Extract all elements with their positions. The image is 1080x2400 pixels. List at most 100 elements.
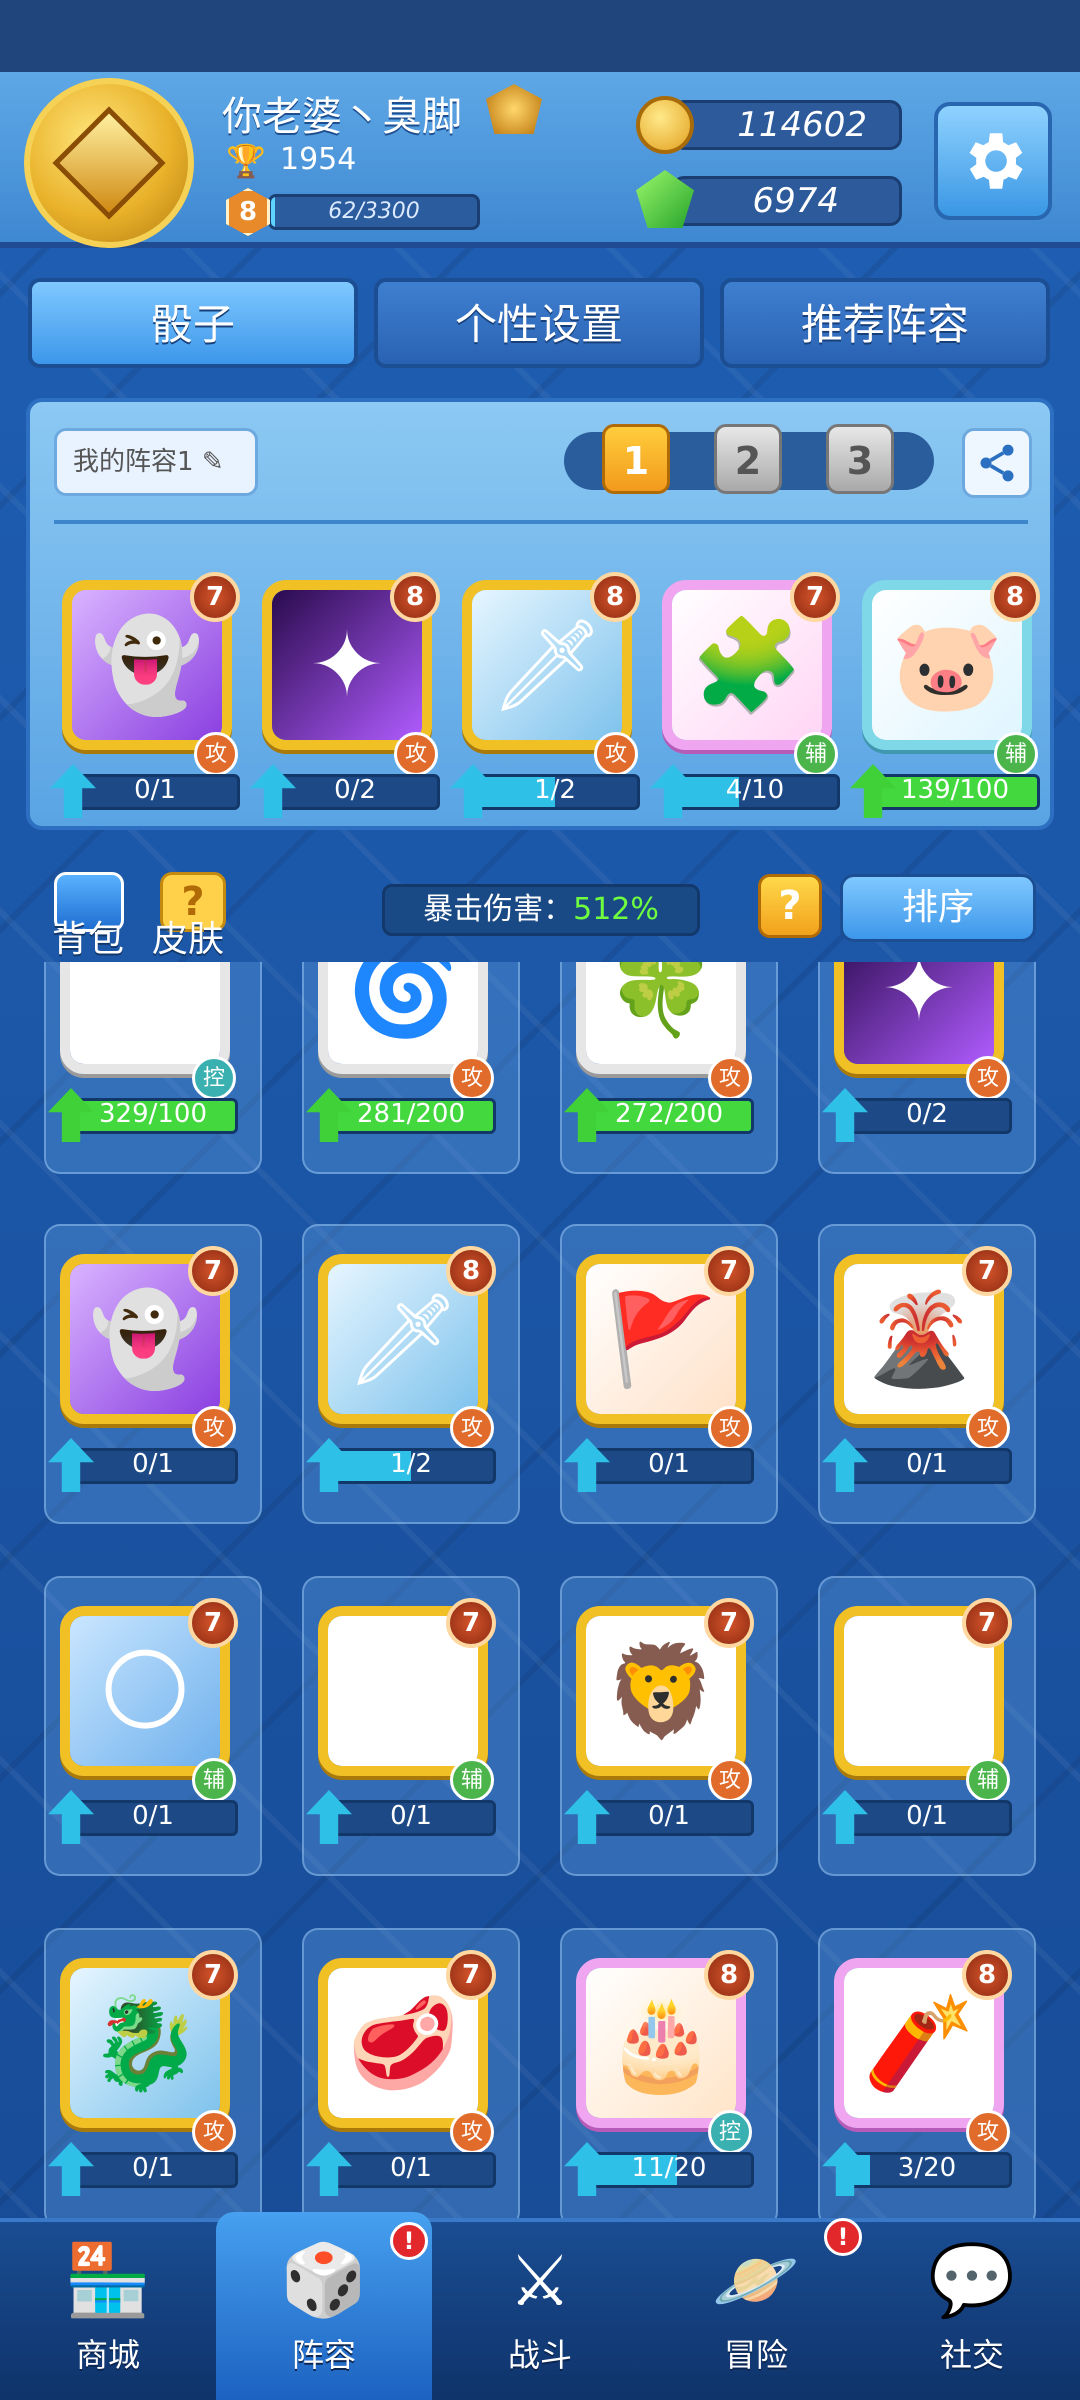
dice-level-badge: 7	[446, 1950, 496, 2000]
share-button[interactable]	[962, 428, 1032, 498]
upgrade-progress-text: 0/1	[134, 775, 176, 805]
dice-card[interactable]: 🚩 7 攻 0/1	[564, 1246, 754, 1492]
dice-type-badge: 攻	[708, 1758, 752, 1802]
dice-level-badge: 7	[188, 1246, 238, 1296]
dice-level-badge: 7	[704, 1246, 754, 1296]
nav-social[interactable]: 💬 社交	[864, 2218, 1080, 2400]
dice-type-badge: 攻	[450, 2110, 494, 2154]
trophy-icon: 🏆	[226, 142, 266, 180]
dice-card[interactable]: 🕸 7 辅 0/1	[306, 1598, 496, 1844]
nav-battle[interactable]: ⚔ 战斗	[432, 2218, 648, 2400]
crit-value: 512%	[573, 892, 659, 927]
gem-balance: 6974	[672, 176, 902, 226]
bag-label[interactable]: 背包	[52, 910, 124, 962]
dice-card[interactable]: 🌀 攻 281/200	[306, 962, 496, 1142]
gold-coin-icon[interactable]	[636, 96, 694, 154]
nav-deck-badge: !	[390, 2222, 428, 2260]
dice-level-badge: 8	[962, 1950, 1012, 2000]
upgrade-progress-text: 0/1	[390, 1801, 432, 1831]
dice-card[interactable]: 👻 7 攻 0/1	[50, 572, 240, 818]
dice-card[interactable]: 👻 7 攻 0/1	[48, 1246, 238, 1492]
dice-type-badge: 攻	[966, 1056, 1010, 1100]
swords-icon: ⚔	[508, 2240, 572, 2322]
dice-icon: 🎲	[280, 2239, 368, 2321]
dice-card[interactable]: 🍀 攻 272/200	[564, 962, 754, 1142]
deck-divider	[54, 520, 1028, 524]
dice-card[interactable]: ✡ 7 辅 0/1	[822, 1598, 1012, 1844]
tab-recommended-decks[interactable]: 推荐阵容	[720, 278, 1050, 368]
dice-type-badge: 辅	[994, 732, 1038, 776]
deck-name-label: 我的阵容1	[73, 447, 194, 477]
nav-adventure-badge: !	[824, 2218, 862, 2256]
skin-label[interactable]: 皮肤	[152, 910, 224, 962]
dice-type-badge: 攻	[708, 1406, 752, 1450]
dice-type-badge: 攻	[966, 2110, 1010, 2154]
upgrade-progress-text: 11/20	[631, 2153, 707, 2183]
dice-level-badge: 7	[962, 1598, 1012, 1648]
shop-icon: 🏪	[64, 2239, 152, 2321]
gear-icon	[969, 133, 1023, 189]
dice-level-badge: 7	[188, 1950, 238, 2000]
upgrade-progress-text: 0/2	[906, 1099, 948, 1129]
tab-dice[interactable]: 骰子	[28, 278, 358, 368]
deck-slot-3[interactable]: 3	[826, 424, 894, 494]
sort-button[interactable]: 排序	[840, 874, 1036, 942]
deck-name-button[interactable]: 我的阵容1 ✎	[54, 428, 258, 496]
help-button[interactable]: ?	[758, 874, 822, 938]
player-avatar[interactable]	[24, 78, 194, 248]
dice-card[interactable]: 🥩 7 攻 0/1	[306, 1950, 496, 2196]
dice-card[interactable]: ❄ 控 329/100	[48, 962, 238, 1142]
dice-card[interactable]: 🧩 7 辅 4/10	[650, 572, 840, 818]
dice-card[interactable]: 🦁 7 攻 0/1	[564, 1598, 754, 1844]
upgrade-progress-text: 0/1	[390, 2153, 432, 2183]
trophy-count: 1954	[280, 142, 357, 177]
dice-card[interactable]: 🗡 8 攻 1/2	[306, 1246, 496, 1492]
dice-card[interactable]: 🐉 7 攻 0/1	[48, 1950, 238, 2196]
upgrade-progress-text: 0/1	[132, 1449, 174, 1479]
nav-label: 社交	[939, 2336, 1004, 2374]
dice-level-badge: 7	[188, 1598, 238, 1648]
dice-card[interactable]: 🧨 8 攻 3/20	[822, 1950, 1012, 2196]
upgrade-progress-text: 4/10	[725, 775, 785, 805]
dice-card[interactable]: ✦ 攻 0/2	[822, 962, 1012, 1142]
dice-collection[interactable]: ❄ 控 329/100 🌀 攻 281/200 🍀 攻 272/200 ✦ 攻 0/2 👻 7 攻 0/1 🗡 8…	[0, 962, 1080, 2220]
tab-personalization[interactable]: 个性设置	[374, 278, 704, 368]
xp-text: 62/3300	[328, 199, 420, 224]
dice-level-badge: 8	[590, 572, 640, 622]
player-name: 你老婆丶臭脚	[222, 94, 462, 140]
upgrade-progress-text: 281/200	[356, 1099, 465, 1129]
dice-type-badge: 攻	[966, 1406, 1010, 1450]
crit-label: 暴击伤害：	[423, 892, 574, 927]
dice-card[interactable]: 🌕 7 辅 0/1	[48, 1598, 238, 1844]
nav-shop[interactable]: 🏪 商城	[0, 2218, 216, 2400]
dice-level-badge: 7	[790, 572, 840, 622]
dice-card[interactable]: 🐷 8 辅 139/100	[850, 572, 1040, 818]
dice-type-badge: 攻	[450, 1056, 494, 1100]
dice-card[interactable]: 🗡 8 攻 1/2	[450, 572, 640, 818]
upgrade-progress-text: 3/20	[897, 2153, 957, 2183]
dice-card[interactable]: 🌋 7 攻 0/1	[822, 1246, 1012, 1492]
dice-level-badge: 8	[446, 1246, 496, 1296]
dice-type-badge: 攻	[192, 1406, 236, 1450]
deck-slot-1[interactable]: 1	[602, 424, 670, 494]
upgrade-progress-text: 1/2	[390, 1449, 432, 1479]
dice-level-badge: 8	[990, 572, 1040, 622]
upgrade-progress-text: 329/100	[98, 1099, 207, 1129]
settings-button[interactable]	[934, 102, 1052, 220]
upgrade-progress-text: 272/200	[614, 1099, 723, 1129]
nav-label: 冒险	[723, 2336, 788, 2374]
dice-level-badge: 8	[704, 1950, 754, 2000]
upgrade-progress-text: 0/1	[132, 2153, 174, 2183]
dice-card[interactable]: ✦ 8 攻 0/2	[250, 572, 440, 818]
snowflake-icon: ❄	[70, 962, 220, 1064]
dice-type-badge: 辅	[192, 1758, 236, 1802]
nav-label: 战斗	[507, 2336, 572, 2374]
deck-slot-2[interactable]: 2	[714, 424, 782, 494]
dice-type-badge: 辅	[794, 732, 838, 776]
dice-type-badge: 攻	[450, 1406, 494, 1450]
dice-type-badge: 辅	[450, 1758, 494, 1802]
planet-icon: 🪐	[712, 2239, 800, 2321]
dice-card[interactable]: 🎂 8 控 11/20	[564, 1950, 754, 2196]
purple-beam-icon: ✦	[844, 962, 994, 1064]
dice-type-badge: 辅	[966, 1758, 1010, 1802]
